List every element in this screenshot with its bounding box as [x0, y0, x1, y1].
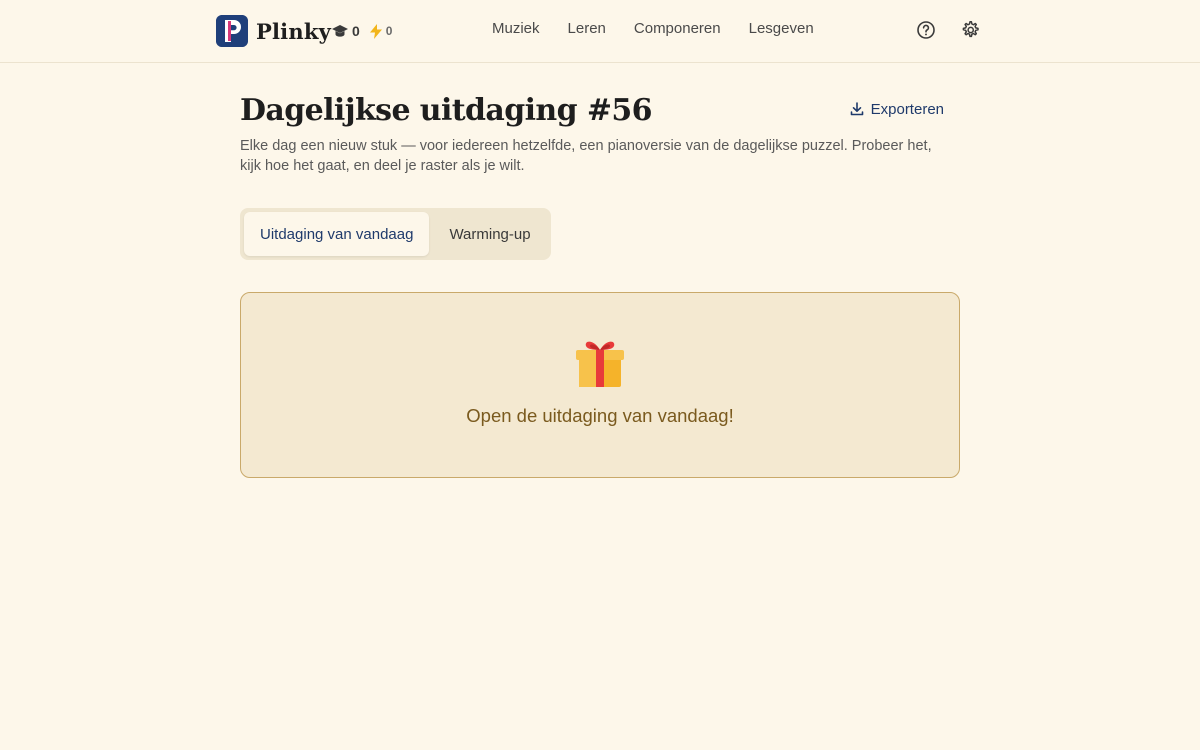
download-icon — [850, 102, 863, 116]
open-challenge-card[interactable]: Open de uitdaging van vandaag! — [240, 292, 960, 478]
main-content: Dagelijkse uitdaging #56 Exporteren Elke… — [240, 90, 960, 478]
user-stats: 0 0 — [332, 21, 392, 41]
graduation-cap-icon — [332, 25, 348, 37]
tab-todays-challenge[interactable]: Uitdaging van vandaag — [244, 212, 430, 256]
app-logo[interactable]: Plinky — [216, 15, 331, 47]
export-button[interactable]: Exporteren — [850, 98, 944, 120]
page-description: Elke dag een nieuw stuk — voor iedereen … — [240, 138, 932, 174]
logo-icon — [216, 15, 248, 47]
challenge-card-text: Open de uitdaging van vandaag! — [466, 405, 734, 426]
challenge-tabs: Uitdaging van vandaag Warming-up — [240, 208, 551, 260]
streak-count: 0 — [385, 24, 393, 38]
help-icon[interactable] — [916, 20, 936, 40]
gift-icon — [576, 341, 624, 387]
top-bar: Plinky 0 0 Muziek Leren Componeren Lesge… — [0, 0, 1200, 63]
nav-item-lesgeven[interactable]: Lesgeven — [749, 20, 814, 42]
nav-item-muziek[interactable]: Muziek — [492, 20, 540, 42]
lightning-icon — [369, 23, 382, 39]
header-actions — [916, 20, 980, 40]
xp-count: 0 — [352, 23, 360, 39]
export-label: Exporteren — [870, 100, 944, 118]
gear-icon[interactable] — [960, 20, 980, 40]
main-nav: Muziek Leren Componeren Lesgeven — [492, 20, 814, 42]
tab-warm-up[interactable]: Warming-up — [433, 212, 546, 256]
app-name: Plinky — [256, 18, 331, 44]
nav-item-leren[interactable]: Leren — [568, 20, 606, 42]
nav-item-componeren[interactable]: Componeren — [634, 20, 721, 42]
